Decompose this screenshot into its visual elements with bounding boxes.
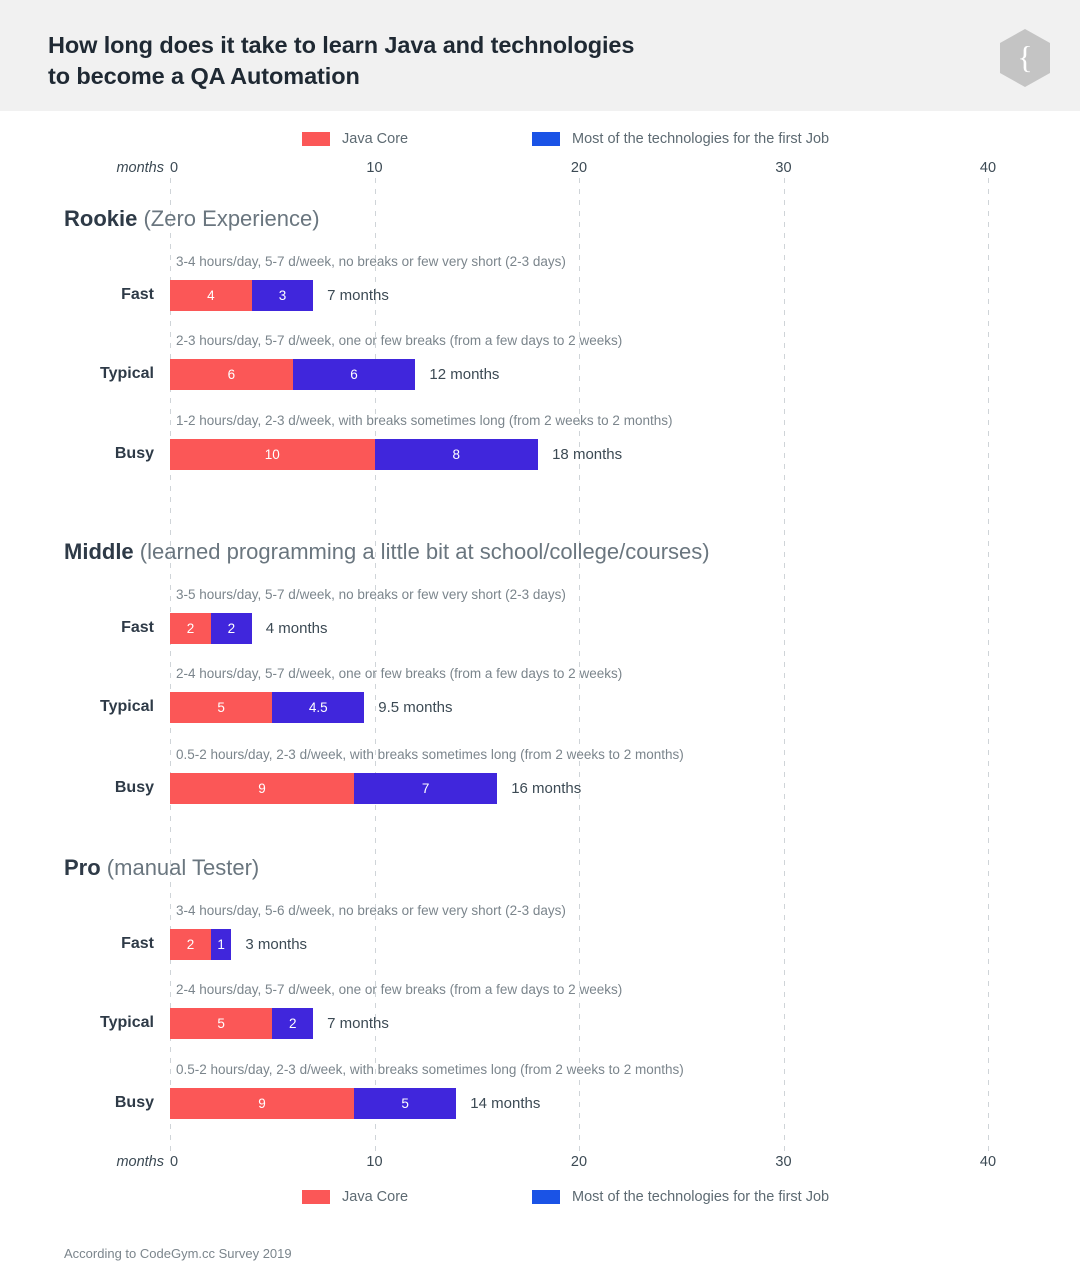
row-label-typical: Typical [100, 365, 154, 382]
stacked-bar: 43 [170, 280, 314, 311]
section-name: Pro [64, 855, 101, 880]
bar-segment-java-core: 9 [170, 1088, 355, 1119]
bar-segment-technologies: 7 [354, 773, 498, 804]
bar-segment-technologies: 6 [292, 359, 416, 390]
bar-segment-java-core: 5 [170, 1008, 273, 1039]
row-label-busy: Busy [114, 445, 154, 462]
bar-segment-technologies: 1 [210, 929, 232, 960]
stacked-bar: 21 [170, 929, 232, 960]
bar-total-label: 14 months [470, 1095, 541, 1112]
section-heading-middle: Middle (learned programming a little bit… [64, 539, 710, 565]
stacked-bar: 5 4.5 [170, 692, 365, 723]
section-detail: (learned programming a little bit at sch… [133, 539, 710, 564]
bar-segment-technologies: 2 [272, 1008, 314, 1039]
row-description: 0.5-2 hours/day, 2-3 d/week, with breaks… [176, 747, 684, 762]
section-heading-rookie: Rookie (Zero Experience) [64, 206, 320, 232]
row-label-busy: Busy [114, 779, 154, 796]
bar-row: Busy 0.5-2 hours/day, 2-3 d/week, with br… [0, 747, 1080, 811]
bar-row: Fast 3-5 hours/day, 5-7 d/week, no breaks… [0, 587, 1080, 651]
bar-total-label: 4 months [265, 620, 328, 637]
bar-segment-technologies: 3 [251, 280, 314, 311]
bar-segment-technologies: 5 [354, 1088, 457, 1119]
row-description: 1-2 hours/day, 2-3 d/week, with breaks s… [176, 413, 673, 428]
stacked-bar: 66 [170, 359, 416, 390]
bar-row: Busy 1-2 hours/day, 2-3 d/week, with brea… [0, 413, 1080, 477]
bar-total-label: 9.5 months [378, 699, 453, 716]
row-description: 3-4 hours/day, 5-6 d/week, no breaks or … [176, 903, 566, 918]
bar-row: Fast 3-4 hours/day, 5-7 d/week, no breaks… [0, 254, 1080, 318]
stacked-bar: 52 [170, 1008, 314, 1039]
section-name: Rookie [64, 206, 138, 231]
row-description: 0.5-2 hours/day, 2-3 d/week, with breaks… [176, 1062, 684, 1077]
bar-segment-technologies: 8 [374, 439, 539, 470]
bar-segment-technologies: 4.5 [272, 692, 365, 723]
section-heading-pro: Pro (manual Tester) [64, 855, 259, 881]
row-description: 2-3 hours/day, 5-7 d/week, one or few br… [176, 333, 623, 348]
bar-row: Busy 0.5-2 hours/day, 2-3 d/week, with br… [0, 1062, 1080, 1126]
bar-total-label: 7 months [327, 1015, 389, 1032]
bar-row: Typical 2-4 hours/day, 5-7 d/week, one or… [0, 982, 1080, 1046]
row-label-fast: Fast [121, 619, 154, 636]
row-label-fast: Fast [121, 286, 154, 303]
bar-total-label: 3 months [245, 936, 308, 953]
row-label-fast: Fast [121, 935, 154, 952]
stacked-bar: 95 [170, 1088, 457, 1119]
bar-segment-java-core: 5 [170, 692, 273, 723]
stacked-bar: 22 [170, 613, 252, 644]
bar-row: Fast 3-4 hours/day, 5-6 d/week, no breaks… [0, 903, 1080, 967]
row-description: 3-5 hours/day, 5-7 d/week, no breaks or … [176, 587, 566, 602]
bar-segment-java-core: 4 [170, 280, 252, 311]
bar-segment-technologies: 2 [210, 613, 252, 644]
source-note: According to CodeGym.cc Survey 2019 [64, 1246, 292, 1261]
section-detail: (Zero Experience) [137, 206, 320, 231]
stacked-bar: 97 [170, 773, 498, 804]
bar-segment-java-core: 9 [170, 773, 355, 804]
row-description: 3-4 hours/day, 5-7 d/week, no breaks or … [176, 254, 566, 269]
section-name: Middle [64, 539, 134, 564]
bar-total-label: 7 months [327, 287, 389, 304]
bar-segment-java-core: 6 [170, 359, 293, 390]
row-label-busy: Busy [114, 1094, 154, 1111]
row-description: 2-4 hours/day, 5-7 d/week, one or few br… [176, 666, 623, 681]
bar-row: Typical 2-4 hours/day, 5-7 d/week, one or… [0, 666, 1080, 730]
bar-segment-java-core: 2 [170, 613, 211, 644]
row-description: 2-4 hours/day, 5-7 d/week, one or few br… [176, 982, 623, 997]
bar-total-label: 18 months [552, 446, 623, 463]
row-label-typical: Typical [100, 1014, 154, 1031]
chart-plot-area: Rookie (Zero Experience) Fast 3-4 hours/da… [0, 0, 1080, 1282]
bar-total-label: 12 months [429, 366, 500, 383]
bar-segment-java-core: 10 [170, 439, 375, 470]
bar-total-label: 16 months [511, 780, 582, 797]
bar-segment-java-core: 2 [170, 929, 211, 960]
section-detail: (manual Tester) [100, 855, 260, 880]
row-label-typical: Typical [100, 698, 154, 715]
stacked-bar: 10 8 [170, 439, 539, 470]
bar-row: Typical 2-3 hours/day, 5-7 d/week, one or… [0, 333, 1080, 397]
